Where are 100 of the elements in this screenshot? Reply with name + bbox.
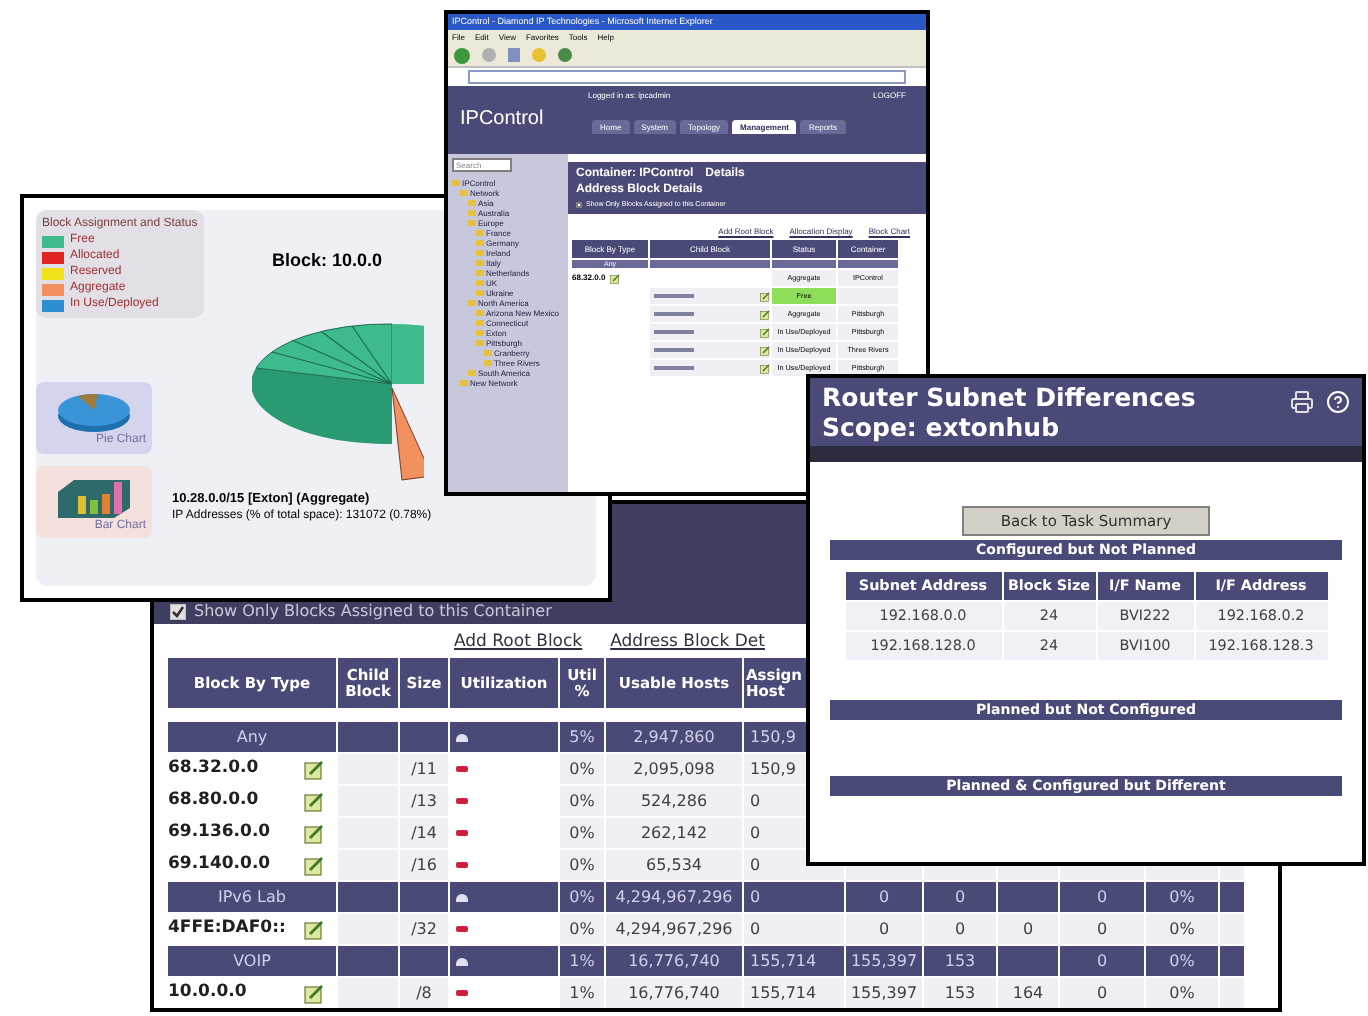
table-cell: 2,947,860 <box>606 722 742 752</box>
table-cell: 164 <box>998 978 1058 1008</box>
table-cell: 0% <box>560 818 604 848</box>
group-label: IPv6 Lab <box>168 882 336 912</box>
block-address[interactable]: 68.80.0.0 <box>168 786 259 816</box>
table-cell: 0 <box>1060 882 1144 912</box>
edit-note-icon[interactable] <box>304 855 324 875</box>
table-cell: 1% <box>560 946 604 976</box>
block-address[interactable]: 68.32.0.0 <box>168 754 259 784</box>
table-cell: 524,286 <box>606 786 742 816</box>
table-cell: 0 <box>846 882 922 912</box>
usage-bar-icon <box>456 766 468 772</box>
table-cell: 1% <box>560 978 604 1008</box>
usage-bar-icon <box>456 830 468 836</box>
table-cell: 0 <box>998 914 1058 944</box>
checkbox[interactable] <box>170 603 186 619</box>
table-cell: 0% <box>560 914 604 944</box>
edit-note-icon[interactable] <box>304 791 324 811</box>
group-label: VOIP <box>168 946 336 976</box>
link[interactable]: Add Root Block <box>454 632 583 652</box>
table-cell <box>338 754 398 784</box>
table-cell: /13 <box>400 786 448 816</box>
usage-icon <box>456 957 468 965</box>
table-cell: 153 <box>924 978 996 1008</box>
table-cell: 0% <box>560 882 604 912</box>
block-address[interactable]: 69.136.0.0 <box>168 818 271 848</box>
table-cell: 65,534 <box>606 850 742 880</box>
table-cell: 5% <box>560 722 604 752</box>
table-cell: 0 <box>846 914 922 944</box>
table-cell: 0% <box>560 754 604 784</box>
scope-label: Scope: extonhub <box>822 412 1062 442</box>
edit-note-icon[interactable] <box>760 309 770 319</box>
edit-note-icon[interactable] <box>304 983 324 1003</box>
table-cell: 16,776,740 <box>606 946 742 976</box>
table-cell: /32 <box>400 914 448 944</box>
usage-bar-icon <box>456 926 468 932</box>
table-cell <box>838 288 898 304</box>
edit-note-icon[interactable] <box>760 327 770 337</box>
address-bar[interactable] <box>468 70 906 84</box>
table-cell: 0% <box>1146 978 1218 1008</box>
table-cell: /16 <box>400 850 448 880</box>
table-cell: /14 <box>400 818 448 848</box>
link[interactable]: Address Block Det <box>610 632 765 652</box>
table-cell: 0 <box>1060 914 1144 944</box>
table-cell <box>338 722 398 752</box>
table-cell: /11 <box>400 754 448 784</box>
table-cell: 155,397 <box>846 978 922 1008</box>
table-cell: 16,776,740 <box>606 978 742 1008</box>
table-cell: 0 <box>924 882 996 912</box>
pie-chart-thumbnail-icon[interactable] <box>54 389 134 433</box>
table-cell: 0% <box>1146 946 1218 976</box>
checkbox-label: Show Only Blocks Assigned to this Container <box>194 602 552 620</box>
table-cell: 4,294,967,296 <box>606 914 742 944</box>
edit-note-icon[interactable] <box>760 345 770 355</box>
table-cell: 0% <box>560 850 604 880</box>
table-cell: 4,294,967,296 <box>606 882 742 912</box>
edit-note-icon[interactable] <box>760 363 770 373</box>
table-cell <box>1220 882 1244 912</box>
print-icon[interactable] <box>1290 390 1314 414</box>
table-cell <box>1220 914 1244 944</box>
edit-note-icon[interactable] <box>304 919 324 939</box>
table-cell <box>1220 946 1244 976</box>
edit-note-icon[interactable] <box>760 291 770 301</box>
checkbox[interactable] <box>576 201 582 207</box>
usage-bar-icon <box>456 798 468 804</box>
block-address[interactable]: 4FFE:DAF0:: <box>168 914 286 944</box>
block-label: Block: 10.0.0 <box>272 250 383 272</box>
window-title: Router Subnet Differences <box>822 382 1196 412</box>
edit-note-icon[interactable] <box>609 273 620 283</box>
help-icon[interactable] <box>1326 390 1350 414</box>
table-cell: 0 <box>1060 978 1144 1008</box>
table-cell <box>338 946 398 976</box>
usage-icon <box>456 893 468 901</box>
table-cell: 155,714 <box>744 978 844 1008</box>
app-logo: IPControl <box>460 108 544 132</box>
table-cell: 0 <box>924 914 996 944</box>
table-cell: 0% <box>560 786 604 816</box>
block-address[interactable]: 10.0.0.0 <box>168 978 247 1008</box>
table-cell <box>338 978 398 1008</box>
block-address[interactable]: 69.140.0.0 <box>168 850 271 880</box>
table-cell: 0% <box>1146 882 1218 912</box>
table-cell: 0% <box>1146 914 1218 944</box>
table-cell: /8 <box>400 978 448 1008</box>
table-cell: 2,095,098 <box>606 754 742 784</box>
table-cell <box>998 882 1058 912</box>
usage-bar-icon <box>456 862 468 868</box>
table-cell <box>998 946 1058 976</box>
table-cell <box>338 882 398 912</box>
table-cell: 153 <box>924 946 996 976</box>
table-cell <box>338 914 398 944</box>
table-cell: 155,397 <box>846 946 922 976</box>
table-cell <box>338 850 398 880</box>
table-cell: 262,142 <box>606 818 742 848</box>
table-cell: 0 <box>744 914 844 944</box>
edit-note-icon[interactable] <box>304 823 324 843</box>
usage-bar-icon <box>456 990 468 996</box>
table-cell: 0 <box>1060 946 1144 976</box>
table-cell: 155,714 <box>744 946 844 976</box>
usage-icon <box>456 733 468 741</box>
edit-note-icon[interactable] <box>304 759 324 779</box>
